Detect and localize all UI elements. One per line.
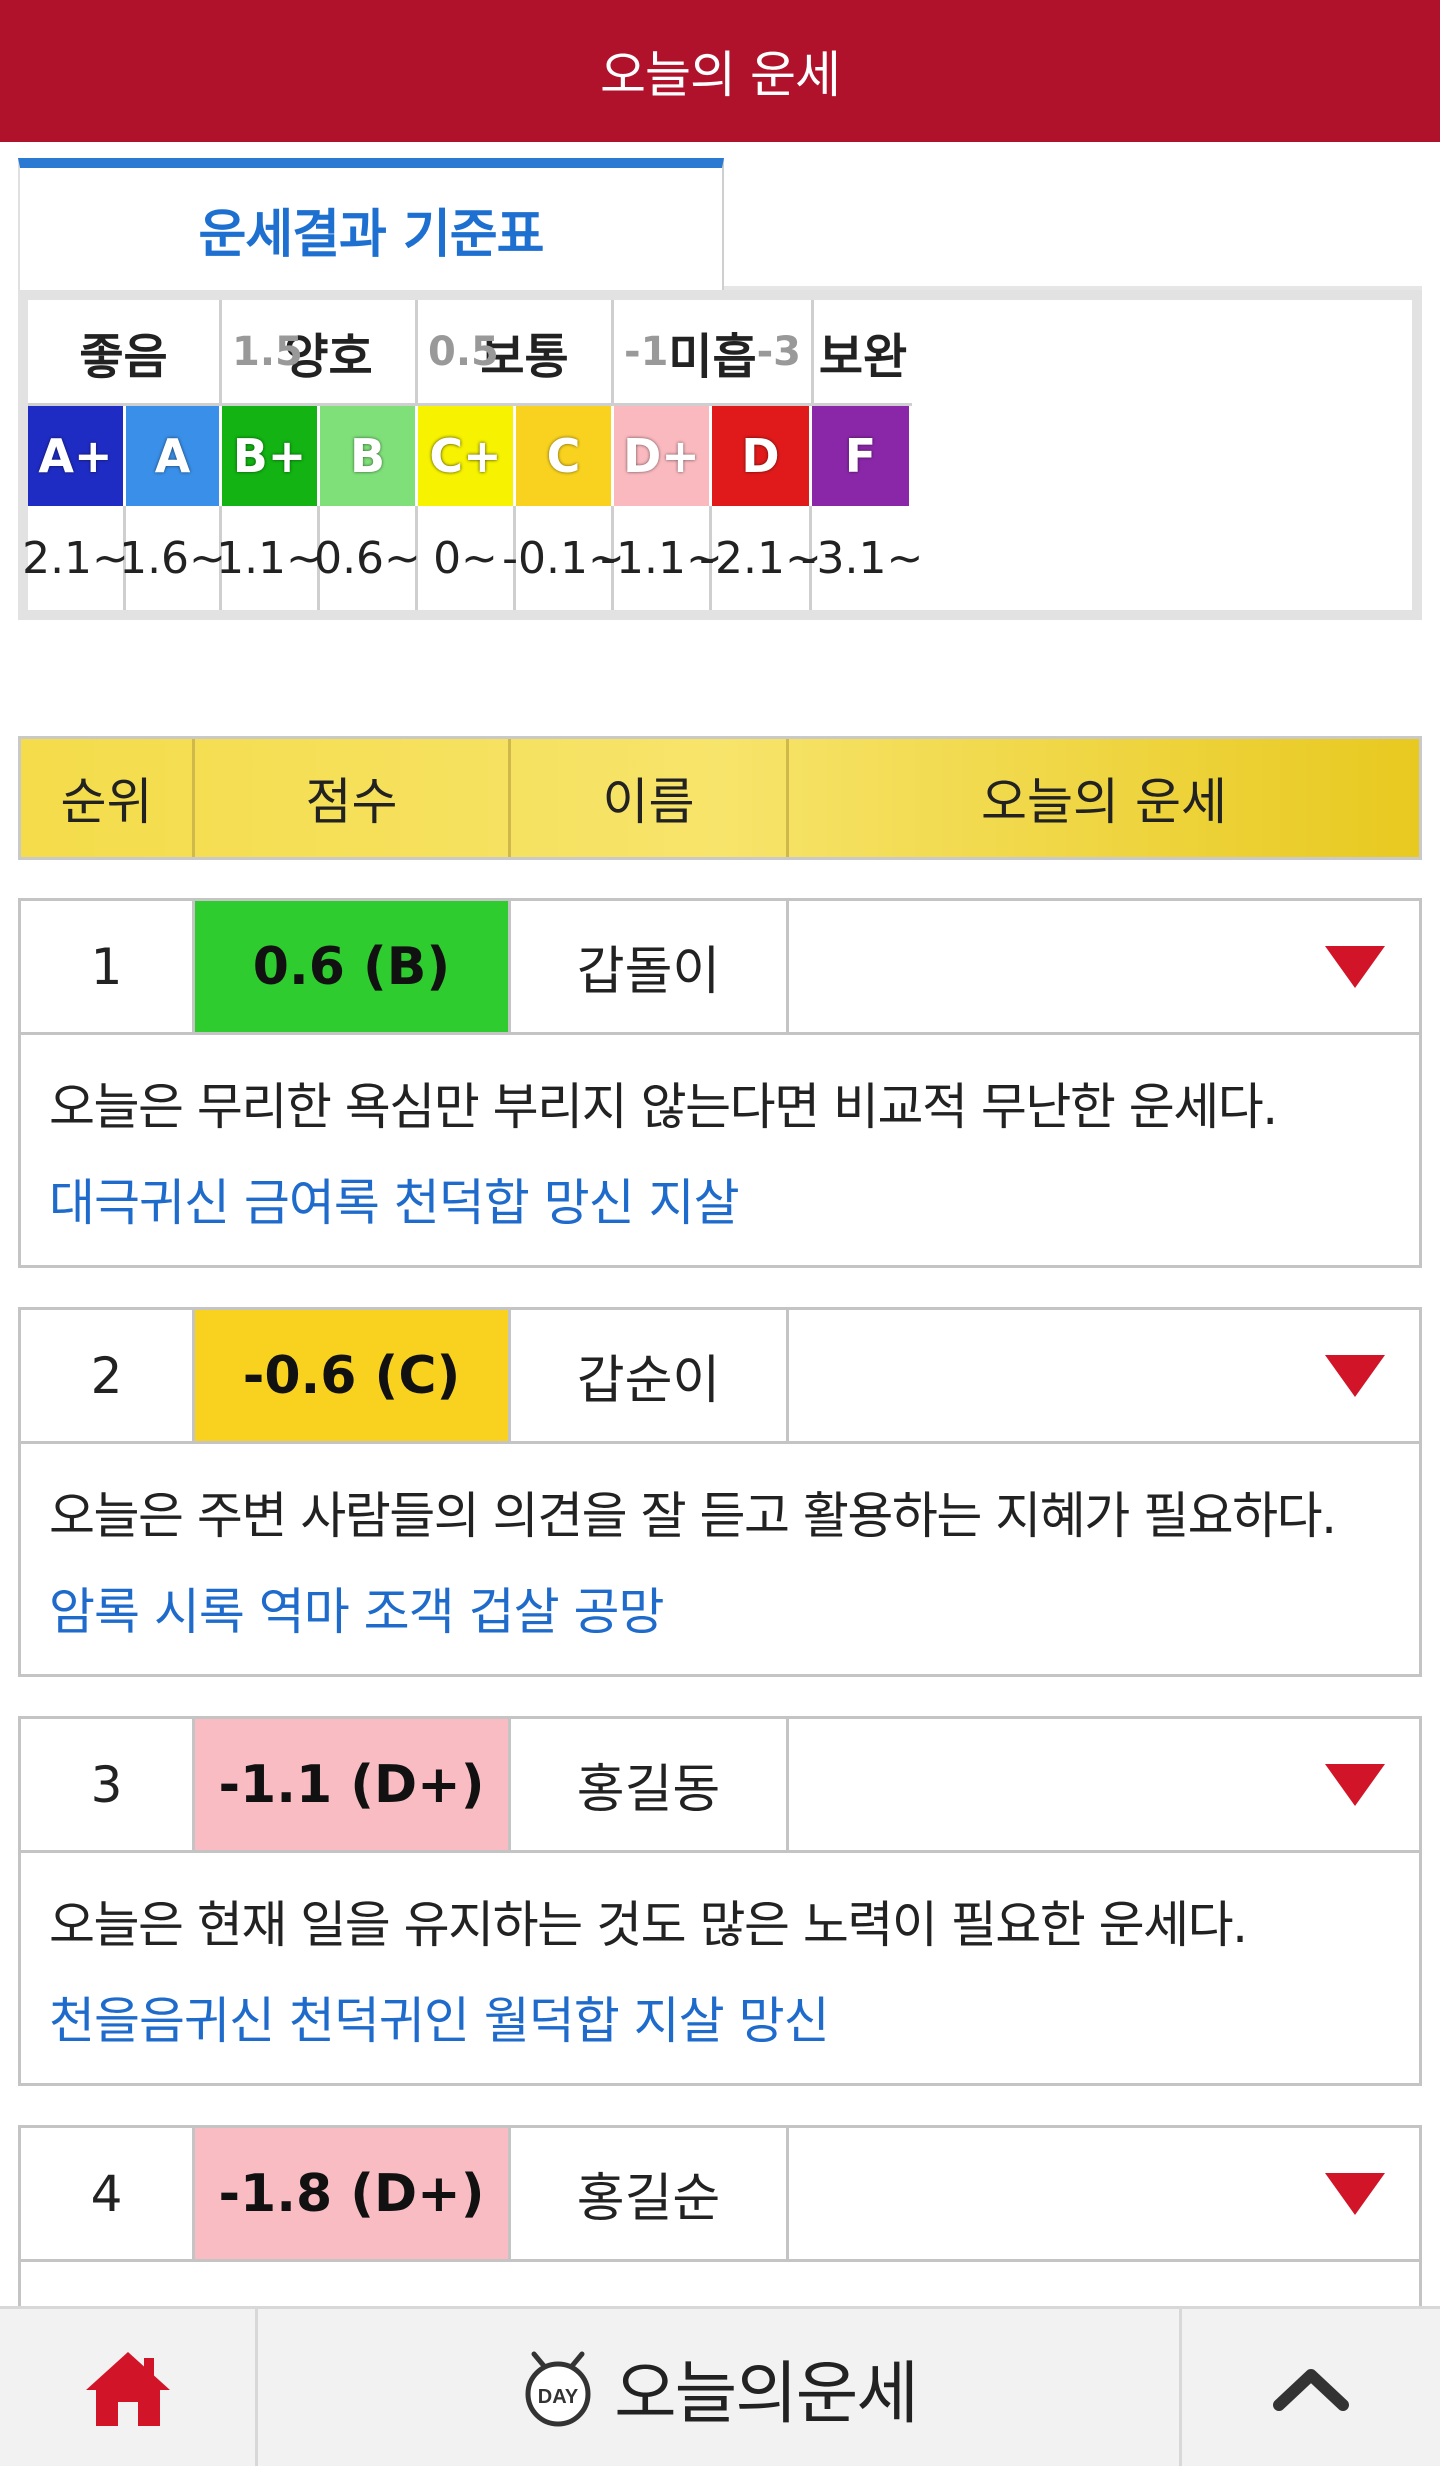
home-button[interactable] [0, 2309, 258, 2466]
grade-threshold: 1.1~ [216, 506, 323, 610]
group-label: 미흡 [668, 328, 757, 385]
grade-badge: D+ [614, 406, 712, 506]
grade-badge: B+ [222, 406, 320, 506]
grade-table-inner: 좋음 1.5 양호 0.5 보통 -1 미흡 -3 보완 A+ A B+ B C+ C D+… [22, 300, 1412, 610]
grade-threshold: -3.1~ [800, 532, 924, 584]
col-rank: 순위 [21, 739, 195, 857]
result-score: -0.6 (C) [195, 1310, 511, 1441]
result-name: 홍길동 [511, 1719, 789, 1850]
fortune-tags: 대극귀신 금여록 천덕합 망신 지살 [49, 1174, 740, 1232]
col-fortune: 오늘의 운세 [981, 773, 1227, 831]
grade-badge: D [712, 406, 812, 506]
tab-grade-criteria[interactable]: 운세결과 기준표 [18, 158, 724, 290]
caret-down-icon [1325, 2172, 1385, 2215]
fortune-text: 오늘은 현재 일을 유지하는 것도 많은 노력이 필요한 운세다. [49, 1896, 1248, 1954]
group-fair: 1.5 양호 [222, 300, 418, 406]
grade-badge: C+ [418, 406, 516, 506]
fortune-tags: 천을음귀신 천덕귀인 월덕합 지살 망신 [49, 1992, 830, 2050]
result-name: 갑돌이 [511, 901, 789, 1032]
fortune-text: 오늘은 무리한 욕심만 부리지 않는다면 비교적 무난한 운세다. [49, 1078, 1278, 1136]
grade-badge: C [516, 406, 614, 506]
group-poor: -1 미흡 -3 [614, 300, 814, 406]
chevron-up-icon [1273, 2368, 1349, 2411]
ranking-header: 순위 점수 이름 오늘의 운세 [18, 736, 1422, 860]
col-score: 점수 [195, 739, 511, 857]
grade-badge-row: A+ A B+ B C+ C D+ D F [28, 406, 1412, 506]
app-header: 오늘의 운세 [0, 0, 1440, 142]
group-num: 1.5 [232, 328, 303, 375]
col-name: 이름 [511, 739, 789, 857]
grade-threshold: 0.6~ [314, 506, 421, 610]
result-score: -1.1 (D+) [195, 1719, 511, 1850]
scroll-top-button[interactable] [1182, 2309, 1440, 2466]
grade-badge: A [126, 406, 222, 506]
group-num: -3 [756, 328, 801, 375]
result-rank: 2 [21, 1310, 195, 1441]
bottom-nav: DAY 오늘의운세 [0, 2306, 1440, 2466]
expand-toggle[interactable] [789, 1719, 1419, 1850]
grade-threshold-row: 2.1~ 1.6~ 1.1~ 0.6~ 0~ -0.1~ -1.1~ -2.1~ -3.1~ [22, 506, 1412, 610]
grade-badge: B [320, 406, 418, 506]
page-title: 오늘의 운세 [600, 46, 841, 104]
home-icon [85, 2351, 170, 2426]
day-badge: DAY [538, 2386, 579, 2408]
grade-badge: F [812, 406, 912, 506]
tab-bar: 운세결과 기준표 [18, 158, 1422, 290]
result-score: -1.8 (D+) [195, 2128, 511, 2259]
group-good: 좋음 [28, 300, 222, 406]
result-rank: 1 [21, 901, 195, 1032]
result-card[interactable]: 3 -1.1 (D+) 홍길동오늘은 현재 일을 유지하는 것도 많은 노력이 필요… [18, 1716, 1422, 2086]
grade-threshold: 2.1~ [22, 506, 129, 610]
group-label: 좋음 [79, 328, 168, 385]
tab-label: 운세결과 기준표 [198, 204, 545, 265]
result-score: 0.6 (B) [195, 901, 511, 1032]
fortune-text: 오늘은 주변 사람들의 의견을 잘 듣고 활용하는 지혜가 필요하다. [49, 1487, 1337, 1545]
expand-toggle[interactable] [789, 2128, 1419, 2259]
caret-down-icon [1325, 1763, 1385, 1806]
group-num: 0.5 [428, 328, 499, 375]
result-row[interactable]: 3 -1.1 (D+) 홍길동 [21, 1719, 1419, 1853]
nav-title: DAY 오늘의운세 [258, 2309, 1182, 2466]
expand-toggle[interactable] [789, 1310, 1419, 1441]
grade-threshold: -2.1~ [699, 506, 822, 610]
result-name: 갑순이 [511, 1310, 789, 1441]
result-row[interactable]: 2 -0.6 (C) 갑순이 [21, 1310, 1419, 1444]
fortune-tags: 암록 시록 역마 조객 겁살 공망 [49, 1583, 664, 1641]
expand-toggle[interactable] [789, 901, 1419, 1032]
group-label: 보완 [818, 328, 908, 385]
nav-title-label: 오늘의운세 [614, 2355, 919, 2434]
result-card[interactable]: 2 -0.6 (C) 갑순이오늘은 주변 사람들의 의견을 잘 듣고 활용하는 지혜… [18, 1307, 1422, 1677]
grade-threshold: 1.6~ [119, 506, 226, 610]
clock-icon: DAY [525, 2351, 591, 2426]
group-supplement: 보완 [814, 300, 912, 406]
group-normal: 0.5 보통 [418, 300, 614, 406]
grade-badge: A+ [28, 406, 126, 506]
caret-down-icon [1325, 1354, 1385, 1397]
result-rank: 4 [21, 2128, 195, 2259]
group-num: -1 [624, 328, 669, 375]
result-row[interactable]: 1 0.6 (B) 갑돌이 [21, 901, 1419, 1035]
grade-threshold: -1.1~ [600, 506, 723, 610]
result-row[interactable]: 4 -1.8 (D+) 홍길순 [21, 2128, 1419, 2262]
result-rank: 3 [21, 1719, 195, 1850]
caret-down-icon [1325, 945, 1385, 988]
grade-criteria-table: 좋음 1.5 양호 0.5 보통 -1 미흡 -3 보완 A+ A B+ B C+ C D+… [18, 290, 1422, 620]
result-name: 홍길순 [511, 2128, 789, 2259]
result-card[interactable]: 1 0.6 (B) 갑돌이오늘은 무리한 욕심만 부리지 않는다면 비교적 무난한 … [18, 898, 1422, 1268]
